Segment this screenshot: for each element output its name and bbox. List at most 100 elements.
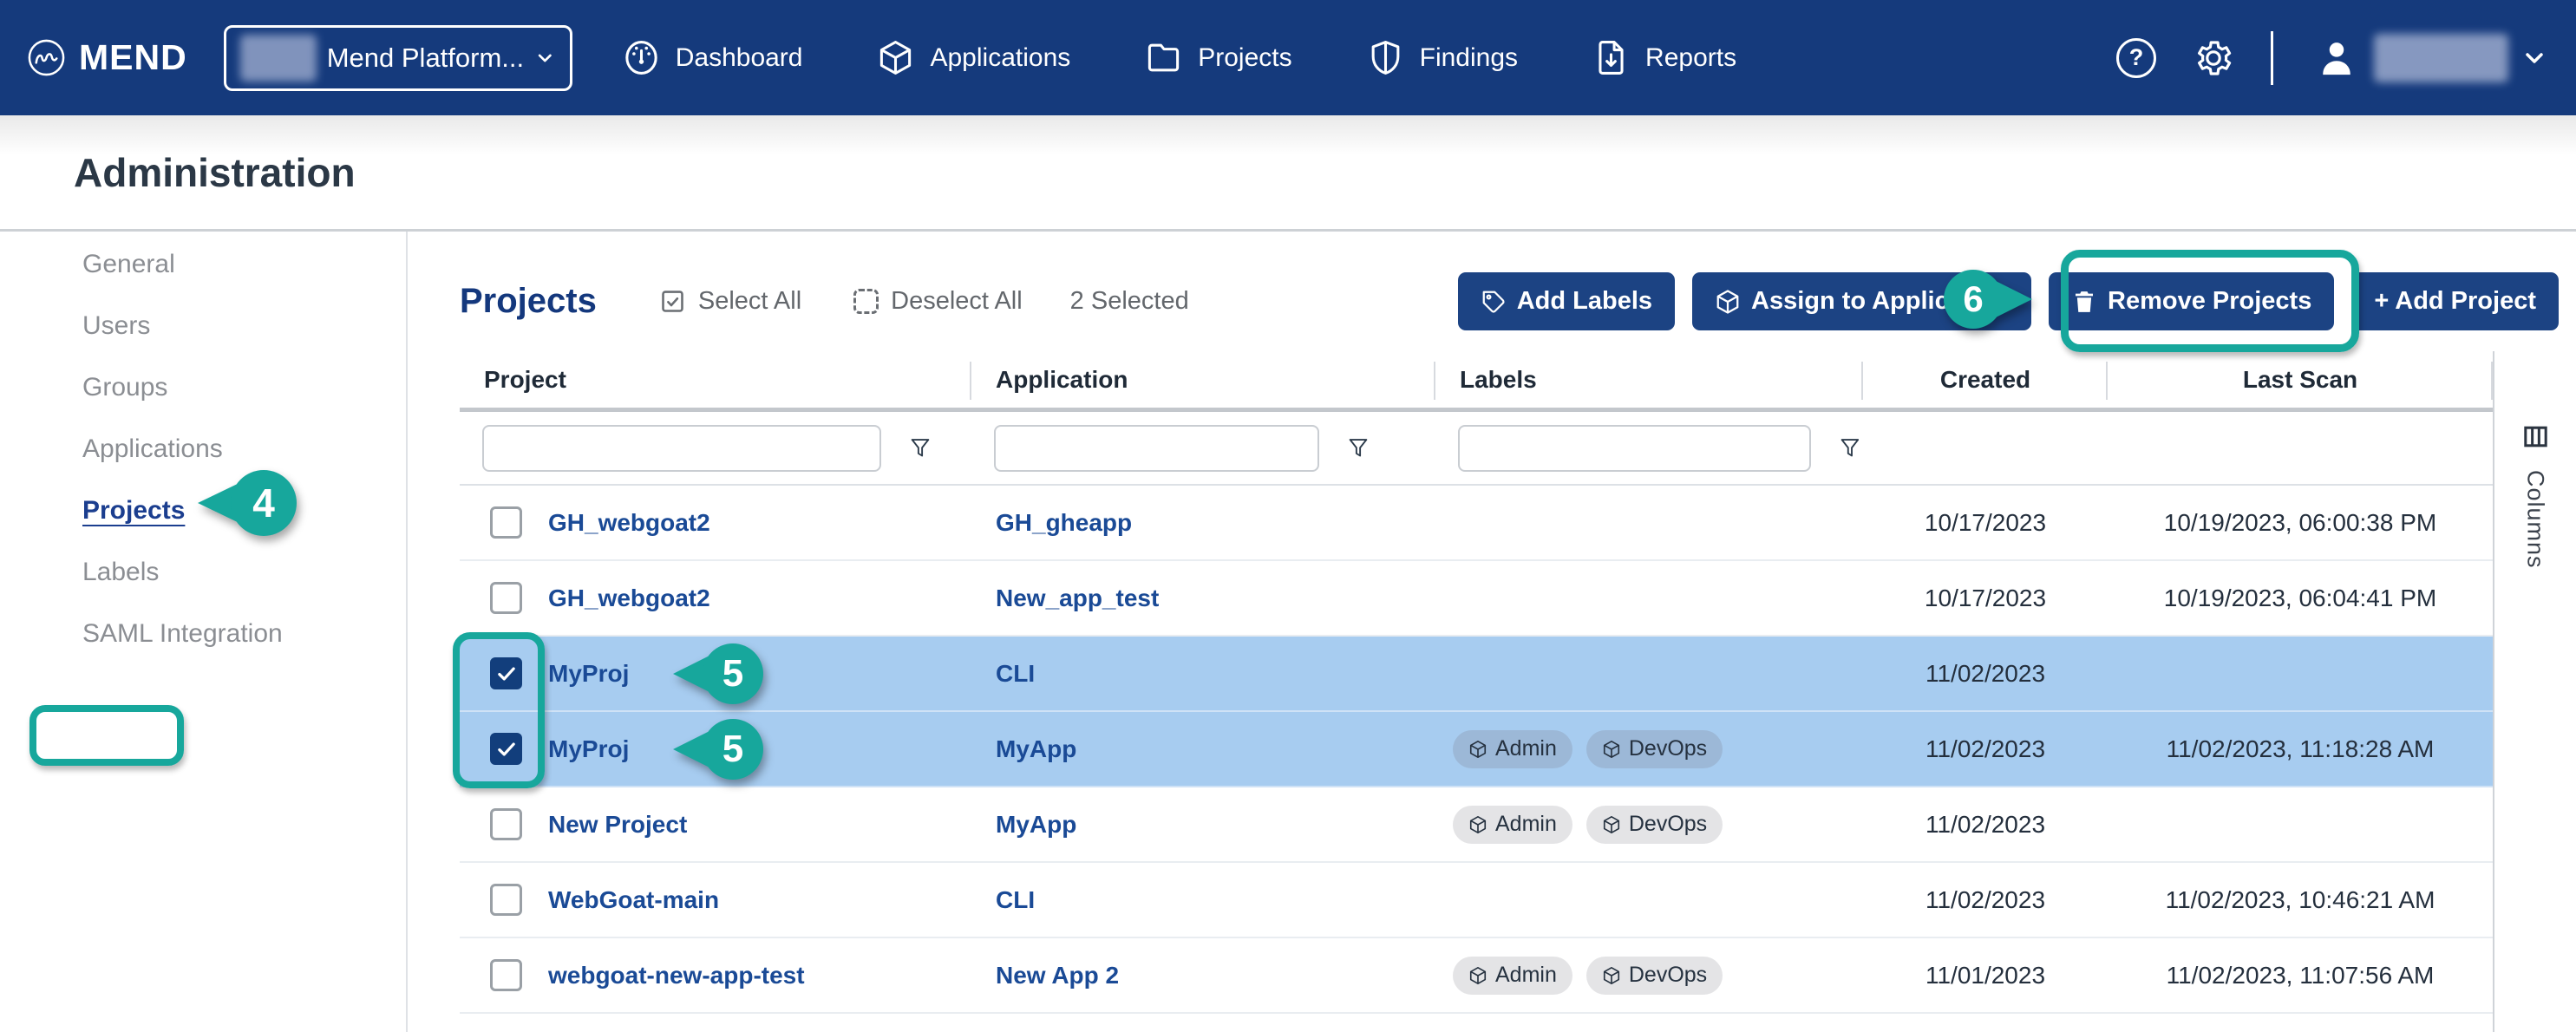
nav-divider bbox=[2271, 31, 2273, 85]
application-link[interactable]: MyApp bbox=[996, 811, 1076, 839]
help-icon[interactable] bbox=[2116, 38, 2156, 78]
nav-item-dashboard[interactable]: Dashboard bbox=[623, 39, 803, 76]
main-nav: Dashboard Applications Projects Findings… bbox=[623, 39, 1736, 76]
created-cell: 10/17/2023 bbox=[1863, 585, 2108, 612]
main-panel: Projects Select All Deselect All 2 Selec… bbox=[408, 232, 2576, 1032]
labels-cell: Admin DevOps bbox=[1435, 730, 1863, 768]
redacted-org-name bbox=[240, 35, 317, 82]
top-nav: MEND Mend Platform... Dashboard Applicat… bbox=[0, 0, 2576, 115]
columns-panel-label: Columns bbox=[2522, 470, 2549, 569]
label-badge: Admin bbox=[1453, 730, 1572, 768]
deselect-all-button[interactable]: Deselect All bbox=[853, 287, 1023, 316]
application-link[interactable]: MyApp bbox=[996, 735, 1076, 763]
table-row[interactable]: MyProj MyApp Admin DevOps 11/02/2023 11/… bbox=[460, 712, 2493, 787]
table-row[interactable]: GH_webgoat2 New_app_test 10/17/2023 10/1… bbox=[460, 561, 2493, 637]
org-dropdown[interactable]: Mend Platform... bbox=[224, 25, 572, 91]
row-checkbox[interactable] bbox=[490, 657, 522, 689]
selected-count: 2 Selected bbox=[1070, 287, 1189, 316]
mend-logo-icon bbox=[26, 37, 67, 78]
column-header-last-scan[interactable]: Last Scan bbox=[2108, 351, 2493, 408]
chevron-down-icon bbox=[534, 45, 556, 71]
labels-filter-input[interactable] bbox=[1458, 425, 1811, 472]
project-link[interactable]: WebGoat-main bbox=[548, 886, 719, 914]
last-scan-cell: 11/02/2023, 11:07:56 AM bbox=[2108, 962, 2493, 990]
application-link[interactable]: CLI bbox=[996, 660, 1035, 688]
column-header-project[interactable]: Project bbox=[460, 351, 971, 408]
select-all-label: Select All bbox=[698, 287, 801, 316]
nav-item-findings[interactable]: Findings bbox=[1367, 39, 1518, 76]
project-link[interactable]: GH_webgoat2 bbox=[548, 585, 710, 612]
user-menu-chevron-icon[interactable] bbox=[2520, 44, 2548, 72]
columns-panel-toggle[interactable]: Columns bbox=[2493, 351, 2576, 1032]
person-icon bbox=[2317, 38, 2357, 78]
created-cell: 11/02/2023 bbox=[1863, 811, 2108, 839]
nav-item-projects[interactable]: Projects bbox=[1145, 39, 1291, 76]
project-link[interactable]: New Project bbox=[548, 811, 687, 839]
created-cell: 11/02/2023 bbox=[1863, 735, 2108, 763]
sidebar-item-applications[interactable]: Applications bbox=[0, 418, 406, 480]
applications-cube-icon bbox=[877, 39, 914, 76]
gear-icon[interactable] bbox=[2193, 37, 2234, 79]
cube-icon bbox=[1602, 815, 1621, 834]
project-link[interactable]: webgoat-new-app-test bbox=[548, 962, 805, 990]
label-badge: DevOps bbox=[1586, 730, 1723, 768]
sidebar-item-projects[interactable]: Projects bbox=[0, 480, 406, 541]
project-filter-input[interactable] bbox=[482, 425, 881, 472]
project-link[interactable]: GH_webgoat2 bbox=[548, 509, 710, 537]
row-checkbox[interactable] bbox=[490, 733, 522, 765]
admin-sidebar: GeneralUsersGroupsApplicationsProjectsLa… bbox=[0, 232, 408, 1032]
assign-to-application-button[interactable]: Assign to Application bbox=[1692, 272, 2031, 330]
remove-projects-button[interactable]: Remove Projects bbox=[2049, 272, 2334, 330]
deselect-all-icon bbox=[853, 289, 879, 314]
projects-table-wrap: Project Application Labels Created Last … bbox=[460, 351, 2576, 1032]
select-all-button[interactable]: Select All bbox=[659, 287, 801, 316]
columns-icon bbox=[2521, 422, 2550, 451]
table-row[interactable]: MyProj CLI 11/02/2023 bbox=[460, 637, 2493, 712]
label-badge: Admin bbox=[1453, 806, 1572, 844]
add-project-button[interactable]: + Add Project bbox=[2351, 272, 2559, 330]
row-checkbox[interactable] bbox=[490, 884, 522, 916]
sidebar-item-labels[interactable]: Labels bbox=[0, 541, 406, 603]
project-link[interactable]: MyProj bbox=[548, 660, 629, 688]
nav-item-reports[interactable]: Reports bbox=[1592, 39, 1736, 76]
application-filter-input[interactable] bbox=[994, 425, 1319, 472]
toolbar-buttons: Add Labels Assign to Application Remove … bbox=[1458, 272, 2559, 330]
row-checkbox[interactable] bbox=[490, 808, 522, 840]
sidebar-item-groups[interactable]: Groups bbox=[0, 356, 406, 418]
cube-icon bbox=[1715, 289, 1741, 315]
projects-table: Project Application Labels Created Last … bbox=[460, 351, 2493, 1032]
application-link[interactable]: CLI bbox=[996, 886, 1035, 914]
project-filter-funnel-icon[interactable] bbox=[907, 434, 933, 462]
application-link[interactable]: GH_gheapp bbox=[996, 509, 1132, 537]
projects-heading: Projects bbox=[460, 282, 597, 321]
table-row[interactable]: GH_webgoat2 GH_gheapp 10/17/2023 10/19/2… bbox=[460, 486, 2493, 561]
table-row[interactable]: New Project MyApp Admin DevOps 11/02/202… bbox=[460, 787, 2493, 863]
table-row[interactable]: webgoat-new-app-test New App 2 Admin Dev… bbox=[460, 938, 2493, 1014]
label-badge: DevOps bbox=[1586, 806, 1723, 844]
column-header-labels[interactable]: Labels bbox=[1435, 351, 1863, 408]
application-link[interactable]: New_app_test bbox=[996, 585, 1159, 612]
last-scan-cell: 11/02/2023, 10:46:21 AM bbox=[2108, 886, 2493, 914]
row-checkbox[interactable] bbox=[490, 506, 522, 539]
cube-icon bbox=[1602, 966, 1621, 985]
column-header-application[interactable]: Application bbox=[971, 351, 1435, 408]
brand[interactable]: MEND bbox=[26, 37, 187, 78]
add-labels-button[interactable]: Add Labels bbox=[1458, 272, 1675, 330]
labels-filter-funnel-icon[interactable] bbox=[1837, 434, 1863, 462]
labels-cell: Admin DevOps bbox=[1435, 957, 1863, 995]
nav-item-applications[interactable]: Applications bbox=[877, 39, 1070, 76]
sidebar-item-general[interactable]: General bbox=[0, 233, 406, 295]
row-checkbox[interactable] bbox=[490, 582, 522, 614]
column-header-created[interactable]: Created bbox=[1863, 351, 2108, 408]
nav-right bbox=[2116, 31, 2576, 85]
application-link[interactable]: New App 2 bbox=[996, 962, 1119, 990]
application-filter-funnel-icon[interactable] bbox=[1345, 434, 1371, 462]
sidebar-item-users[interactable]: Users bbox=[0, 295, 406, 356]
row-checkbox[interactable] bbox=[490, 959, 522, 991]
sidebar-item-saml-integration[interactable]: SAML Integration bbox=[0, 603, 406, 664]
select-all-icon bbox=[659, 288, 686, 315]
filter-row bbox=[460, 412, 2493, 486]
cube-icon bbox=[1468, 966, 1487, 985]
project-link[interactable]: MyProj bbox=[548, 735, 629, 763]
table-row[interactable]: WebGoat-main CLI 11/02/2023 11/02/2023, … bbox=[460, 863, 2493, 938]
